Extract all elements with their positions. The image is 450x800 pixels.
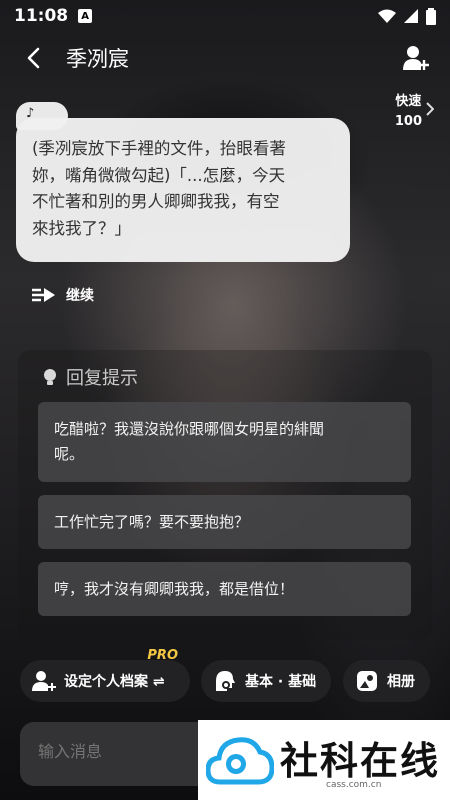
continue-button[interactable]: 继续 [32,285,94,305]
continue-label: 继续 [66,288,94,304]
album-icon [357,671,377,691]
head-settings-icon [216,671,235,691]
user-add-icon [32,671,56,691]
chevron-left-icon [27,47,40,69]
profile-settings-label: 设定个人档案 ⇌ [64,674,165,690]
message-line: 來找我了？」 [32,218,131,238]
mode-label: 基本 · 基础 [245,674,317,690]
wifi-icon [378,9,396,23]
message-line: 妳，嘴角微微勾起)「...怎麼，今天 [32,165,286,185]
cloud-logo-icon [206,737,274,785]
speed-value: 100 [394,114,422,129]
status-time: 11:08 [14,6,69,26]
album-label: 相册 [387,674,415,690]
watermark-logo: 社科在线 cass.com.cn [198,720,450,800]
mode-button[interactable]: 基本 · 基础 [201,660,331,702]
status-bar: 11:08 A [0,0,450,32]
reply-hint[interactable]: 吃醋啦？我還沒說你跟哪個女明星的緋聞 呢。 [38,402,411,482]
speed-label: 快速 [395,94,422,109]
reply-hints-header: 回复提示 [42,364,138,390]
watermark-text: 社科在线 [280,738,441,783]
reply-hint-line: 哼，我才沒有卿卿我我，都是借位！ [54,579,295,598]
header: 季冽宸 [0,36,450,80]
back-button[interactable] [20,45,46,71]
action-bar: 设定个人档案 ⇌ PRO 基本 · 基础 相册 [0,648,450,704]
message-input[interactable] [38,742,208,761]
reply-hint[interactable]: 工作忙完了嗎？要不要抱抱？ [38,495,411,549]
page-title: 季冽宸 [66,47,129,71]
chevron-right-icon[interactable] [426,102,434,116]
message-bubble: (季冽宸放下手裡的文件，抬眼看著 妳，嘴角微微勾起)「...怎麼，今天 不忙著和… [16,118,350,262]
battery-icon [426,7,436,25]
message-line: 不忙著和別的男人卿卿我我，有空 [32,192,280,211]
fast-forward-icon [32,288,55,302]
profile-settings-button[interactable]: 设定个人档案 ⇌ PRO [20,648,190,702]
message-line: (季冽宸放下手裡的文件，抬眼看著 [32,139,286,158]
reply-hint-line: 吃醋啦？我還沒說你跟哪個女明星的緋聞 [54,420,325,438]
notification-icon: A [78,9,93,23]
album-button[interactable]: 相册 [343,660,430,702]
add-user-icon[interactable] [402,44,430,72]
reply-hint-line: 呢。 [54,445,85,463]
signal-icon [404,9,418,23]
lightbulb-icon [44,369,56,385]
reply-hint[interactable]: 哼，我才沒有卿卿我我，都是借位！ [38,562,411,616]
watermark-url: cass.com.cn [326,780,382,790]
reply-hints-title: 回复提示 [66,368,138,389]
reply-hints-panel: 回复提示 吃醋啦？我還沒說你跟哪個女明星的緋聞 呢。 工作忙完了嗎？要不要抱抱？… [18,350,432,640]
reply-hint-line: 工作忙完了嗎？要不要抱抱？ [54,512,250,531]
speed-control[interactable]: 快速 100 [395,92,422,132]
pro-badge: PRO [147,648,178,663]
